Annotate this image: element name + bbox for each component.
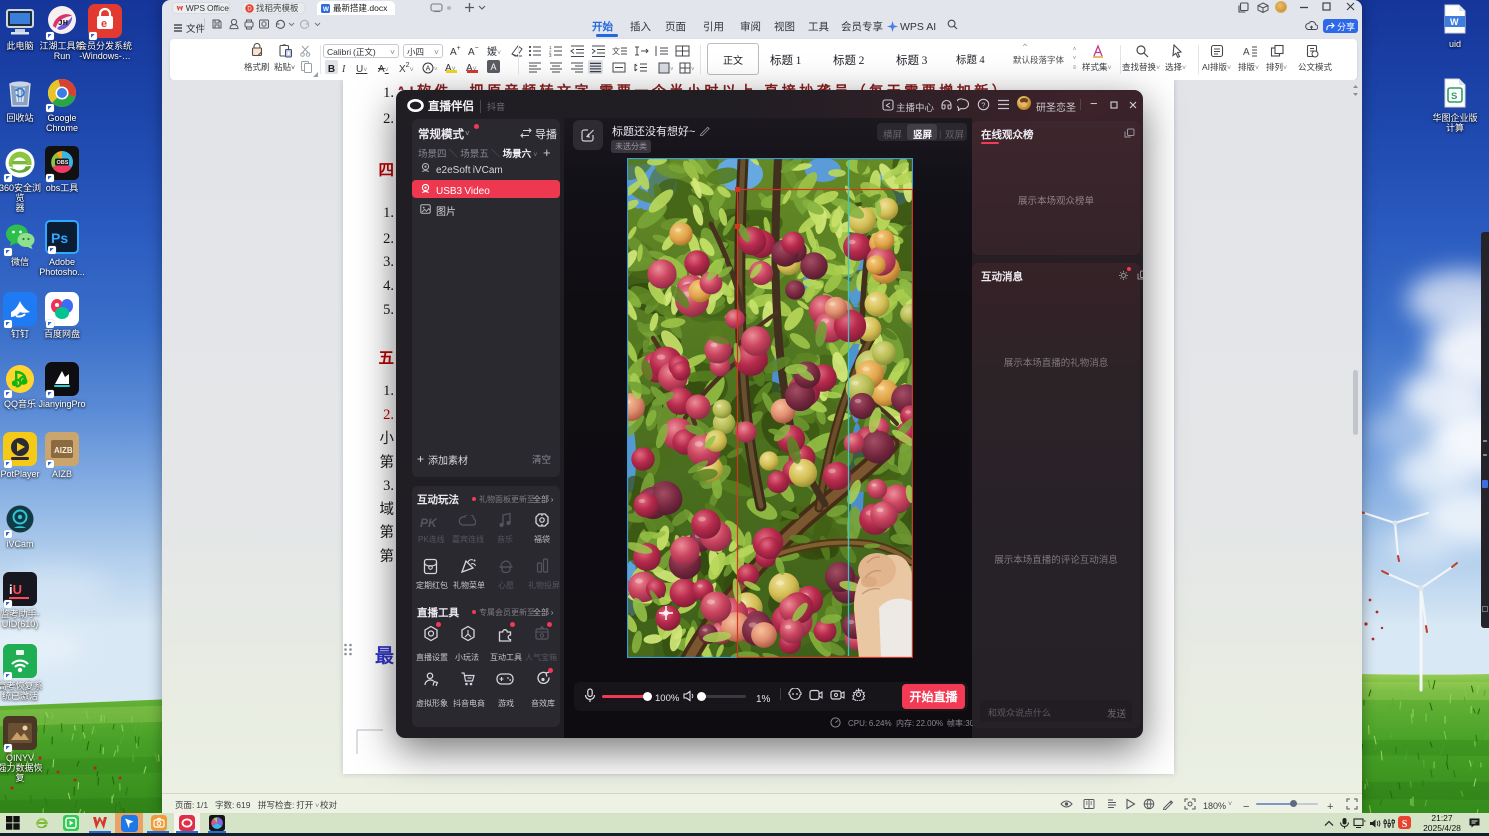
svg-text:S: S [1451, 88, 1457, 102]
svg-text:OBS: OBS [57, 158, 69, 166]
svg-text:A: A [1243, 44, 1250, 58]
svg-text:文: 文 [612, 46, 620, 57]
svg-text:A: A [426, 64, 431, 74]
svg-text:˅: ˅ [434, 64, 438, 73]
svg-text:e: e [101, 15, 107, 31]
svg-text:D: D [247, 4, 252, 13]
svg-text:˅: ˅ [670, 64, 673, 73]
svg-text:W: W [323, 4, 329, 13]
svg-text:AIZB: AIZB [54, 445, 73, 456]
svg-text:ᴊʜ: ᴊʜ [58, 15, 68, 28]
svg-text:3: 3 [549, 53, 552, 57]
svg-text:˅: ˅ [691, 64, 694, 73]
svg-text:?: ? [981, 99, 985, 110]
svg-text:Ps: Ps [51, 228, 68, 248]
svg-text:iU: iU [9, 579, 22, 598]
svg-text:W: W [1450, 15, 1459, 28]
